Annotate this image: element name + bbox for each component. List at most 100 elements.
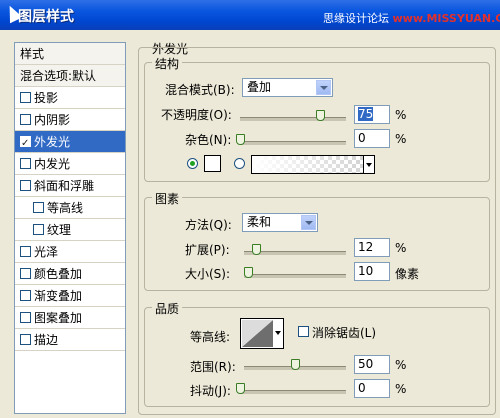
style-item-outer-glow[interactable]: 外发光 bbox=[15, 131, 125, 153]
checkbox[interactable] bbox=[20, 246, 31, 257]
style-item-contour[interactable]: 等高线 bbox=[15, 197, 125, 219]
watermark-cn: 思缘设计论坛 bbox=[323, 12, 389, 25]
solid-color-radio[interactable] bbox=[187, 158, 198, 169]
spread-input[interactable]: 12 bbox=[354, 238, 390, 257]
spread-value: 12 bbox=[358, 240, 374, 254]
style-item-label: 纹理 bbox=[47, 223, 72, 237]
style-item-stroke[interactable]: 描边 bbox=[15, 329, 125, 351]
range-label: 范围(R): bbox=[190, 360, 236, 374]
style-item-label: 图案叠加 bbox=[34, 311, 83, 325]
checkbox[interactable] bbox=[20, 334, 31, 345]
style-item-drop-shadow[interactable]: 投影 bbox=[15, 87, 125, 109]
style-item-label: 内发光 bbox=[34, 157, 71, 171]
blend-mode-value: 叠加 bbox=[247, 80, 272, 94]
style-item-label: 渐变叠加 bbox=[34, 289, 83, 303]
chevron-down-icon[interactable] bbox=[301, 215, 316, 230]
glow-color-swatch[interactable] bbox=[204, 155, 221, 172]
title-bar[interactable]: 图层样式 思缘设计论坛 www.MISSYUAN.COM bbox=[0, 0, 500, 30]
style-item-color-overlay[interactable]: 颜色叠加 bbox=[15, 263, 125, 285]
contour-curve-icon bbox=[242, 320, 273, 347]
opacity-label: 不透明度(O): bbox=[161, 108, 232, 122]
range-unit: % bbox=[395, 358, 407, 372]
style-item-inner-shadow[interactable]: 内阴影 bbox=[15, 109, 125, 131]
elements-title: 图素 bbox=[152, 190, 183, 207]
checkbox[interactable] bbox=[20, 290, 31, 301]
checkbox[interactable] bbox=[20, 92, 31, 103]
opacity-unit: % bbox=[395, 108, 407, 122]
noise-input[interactable]: 0 bbox=[354, 129, 390, 148]
style-item-label: 等高线 bbox=[47, 201, 84, 215]
jitter-label: 抖动(J): bbox=[190, 384, 231, 398]
checkbox[interactable] bbox=[20, 312, 31, 323]
style-item-inner-glow[interactable]: 内发光 bbox=[15, 153, 125, 175]
size-label: 大小(S): bbox=[185, 267, 231, 281]
contour-label: 等高线: bbox=[190, 330, 231, 344]
noise-slider[interactable] bbox=[240, 141, 346, 145]
opacity-input[interactable]: 75 bbox=[354, 105, 390, 124]
style-item-label: 投影 bbox=[34, 91, 59, 105]
size-unit: 像素 bbox=[395, 267, 420, 281]
styles-header[interactable]: 样式 bbox=[15, 43, 125, 65]
checkbox[interactable] bbox=[20, 158, 31, 169]
style-item-texture[interactable]: 纹理 bbox=[15, 219, 125, 241]
checkbox[interactable] bbox=[20, 268, 31, 279]
spread-slider-thumb[interactable] bbox=[252, 244, 262, 255]
blend-mode-select[interactable]: 叠加 bbox=[242, 78, 333, 97]
checkbox-checked[interactable] bbox=[20, 133, 31, 152]
antialias-checkbox[interactable] bbox=[298, 326, 309, 337]
style-item-label: 内阴影 bbox=[34, 113, 71, 127]
method-select[interactable]: 柔和 bbox=[242, 213, 318, 232]
opacity-value: 75 bbox=[358, 107, 374, 121]
range-value: 50 bbox=[358, 357, 374, 371]
style-item-gradient-overlay[interactable]: 渐变叠加 bbox=[15, 285, 125, 307]
style-item-pattern-overlay[interactable]: 图案叠加 bbox=[15, 307, 125, 329]
noise-slider-thumb[interactable] bbox=[236, 134, 245, 145]
noise-unit: % bbox=[395, 132, 407, 146]
size-slider-thumb[interactable] bbox=[244, 267, 254, 278]
structure-title: 结构 bbox=[152, 55, 183, 72]
style-item-label: 光泽 bbox=[34, 245, 59, 259]
size-input[interactable]: 10 bbox=[354, 262, 390, 281]
watermark-url: www.MISSYUAN.COM bbox=[392, 12, 500, 25]
range-input[interactable]: 50 bbox=[354, 355, 390, 374]
antialias-label: 消除锯齿(L) bbox=[312, 326, 377, 340]
style-item-label: 描边 bbox=[34, 333, 59, 347]
method-value: 柔和 bbox=[247, 215, 272, 229]
opacity-slider-thumb[interactable] bbox=[315, 110, 325, 121]
jitter-unit: % bbox=[395, 382, 407, 396]
noise-value: 0 bbox=[358, 131, 366, 145]
watermark: 思缘设计论坛 www.MISSYUAN.COM bbox=[323, 10, 500, 26]
spread-unit: % bbox=[395, 241, 407, 255]
style-item-label: 外发光 bbox=[34, 135, 71, 149]
chevron-down-icon[interactable] bbox=[363, 156, 374, 173]
method-label: 方法(Q): bbox=[185, 218, 232, 232]
jitter-input[interactable]: 0 bbox=[354, 379, 390, 398]
quality-title: 品质 bbox=[152, 300, 183, 317]
styles-list: 样式 混合选项:默认 投影 内阴影 外发光 内发光 斜面和浮雕 等高线 纹理 光… bbox=[14, 42, 126, 414]
contour-preview[interactable] bbox=[240, 318, 275, 349]
gradient-radio[interactable] bbox=[234, 158, 245, 169]
gradient-picker[interactable] bbox=[251, 155, 375, 174]
style-item-satin[interactable]: 光泽 bbox=[15, 241, 125, 263]
checkbox[interactable] bbox=[33, 224, 44, 235]
size-value: 10 bbox=[358, 264, 374, 278]
style-item-label: 颜色叠加 bbox=[34, 267, 83, 281]
opacity-slider[interactable] bbox=[240, 117, 346, 121]
jitter-slider[interactable] bbox=[240, 390, 346, 394]
blend-mode-label: 混合模式(B): bbox=[165, 83, 235, 97]
style-item-label: 斜面和浮雕 bbox=[34, 179, 95, 193]
chevron-down-icon[interactable] bbox=[316, 80, 331, 95]
contour-dropdown[interactable] bbox=[274, 318, 284, 349]
jitter-slider-thumb[interactable] bbox=[236, 383, 245, 394]
checkbox[interactable] bbox=[33, 202, 44, 213]
size-slider[interactable] bbox=[244, 274, 346, 278]
checkbox[interactable] bbox=[20, 114, 31, 125]
range-slider-thumb[interactable] bbox=[291, 359, 300, 370]
spread-label: 扩展(P): bbox=[185, 243, 230, 257]
noise-label: 杂色(N): bbox=[185, 133, 232, 147]
blend-options-item[interactable]: 混合选项:默认 bbox=[15, 65, 125, 87]
style-item-bevel-emboss[interactable]: 斜面和浮雕 bbox=[15, 175, 125, 197]
window-title: 图层样式 bbox=[18, 9, 74, 25]
checkbox[interactable] bbox=[20, 180, 31, 191]
jitter-value: 0 bbox=[358, 381, 366, 395]
